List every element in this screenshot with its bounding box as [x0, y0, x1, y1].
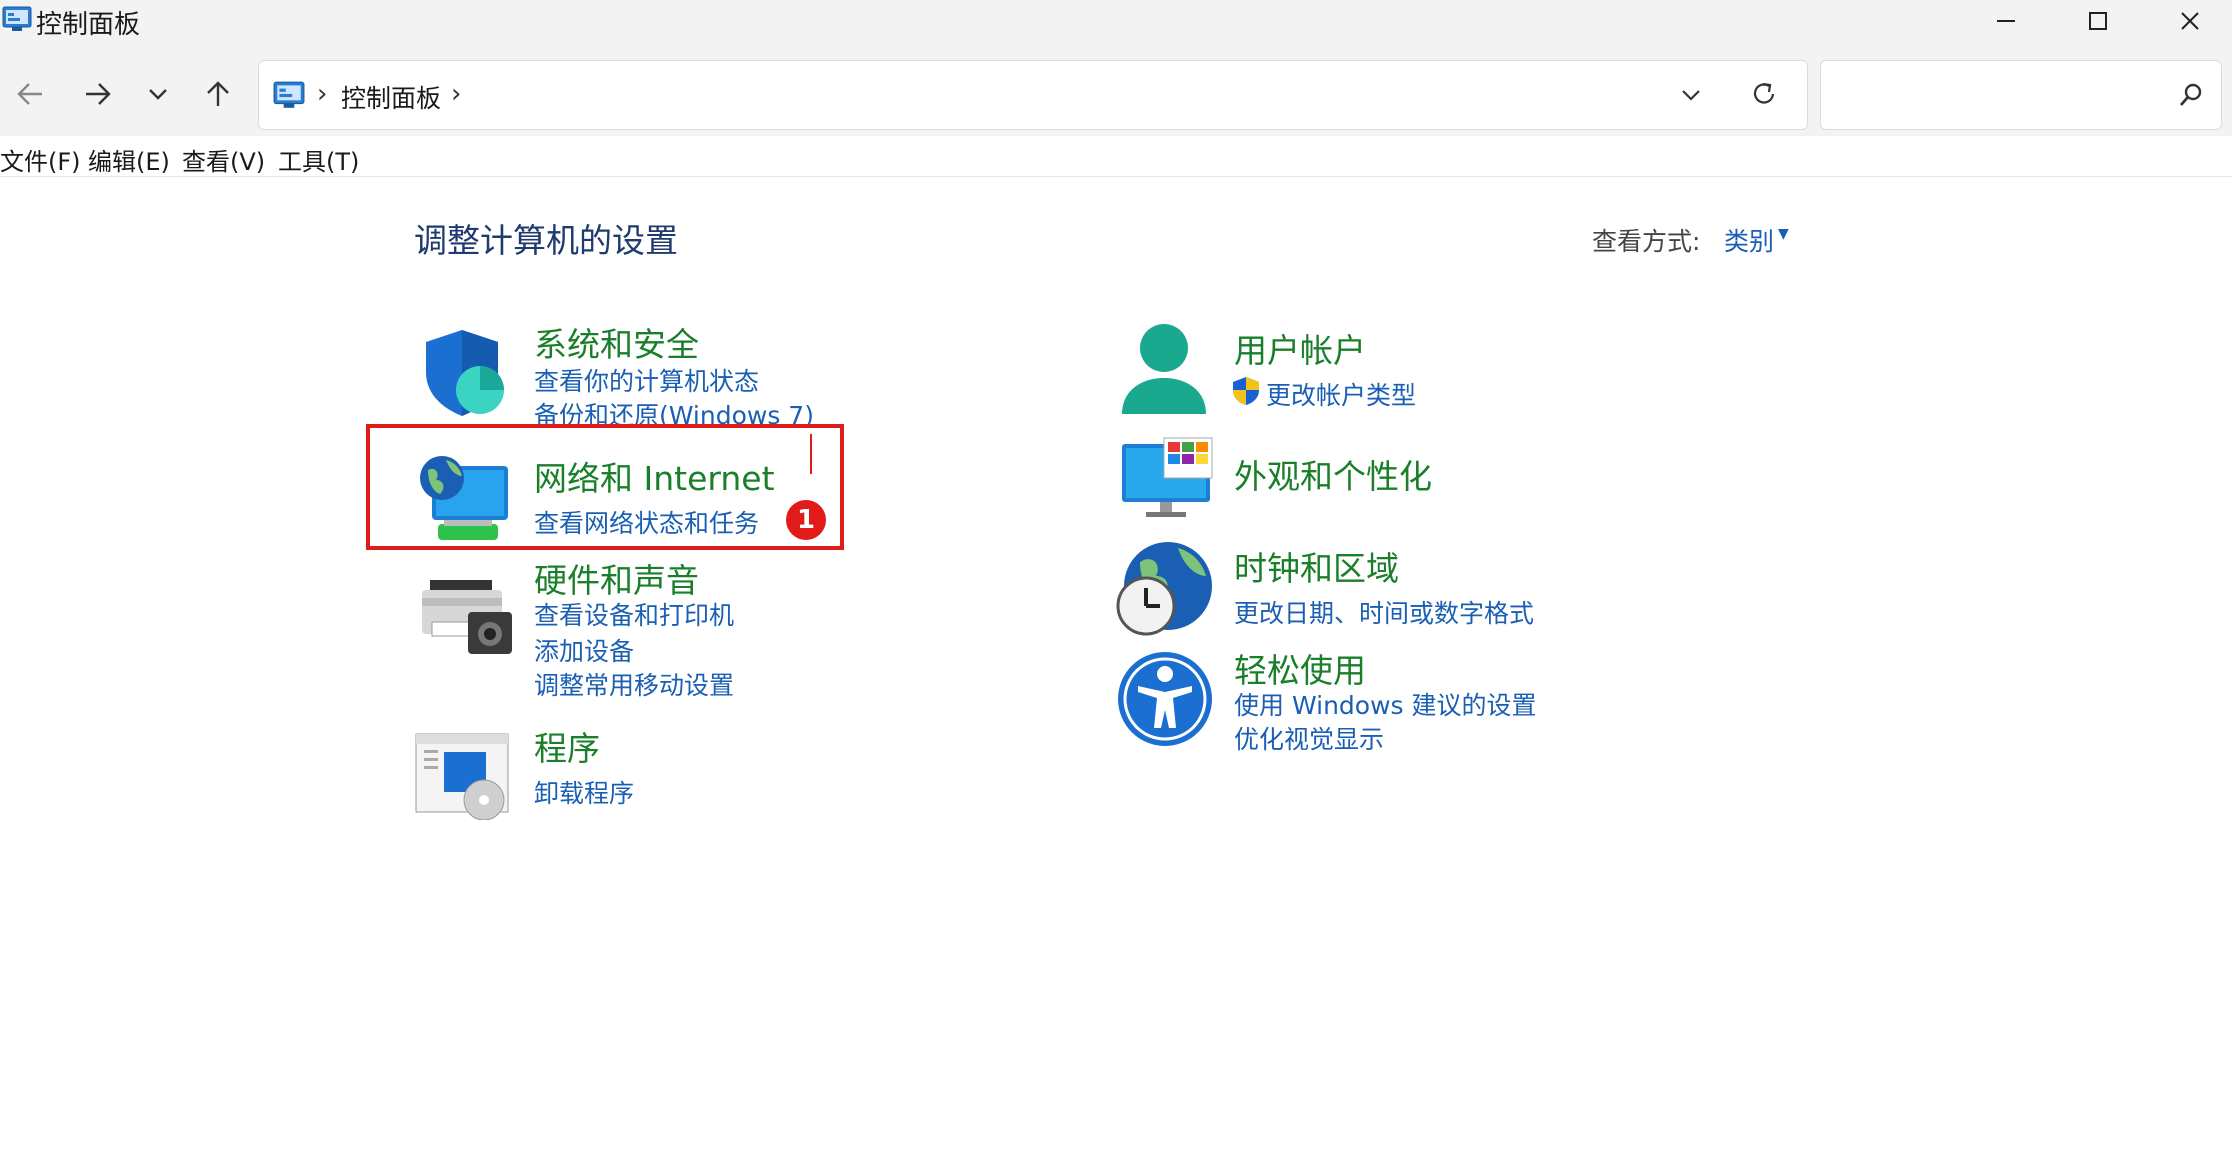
title-bar: 控制面板	[0, 0, 2232, 50]
arrow-right-icon	[86, 83, 111, 105]
chevron-down-icon	[1682, 90, 1700, 101]
recent-locations-button[interactable]	[138, 74, 178, 114]
arrow-left-icon	[17, 83, 42, 105]
category-programs[interactable]: 程序	[534, 722, 600, 770]
category-system-security[interactable]: 系统和安全	[534, 318, 699, 366]
menu-tools[interactable]: 工具(T)	[278, 142, 359, 177]
link-view-computer-status[interactable]: 查看你的计算机状态	[534, 362, 759, 398]
category-appearance-personalization[interactable]: 外观和个性化	[1234, 450, 1432, 498]
clock-globe-icon[interactable]	[1116, 540, 1214, 642]
breadcrumb-separator[interactable]: ›	[451, 79, 461, 109]
link-mobility-settings[interactable]: 调整常用移动设置	[534, 666, 734, 702]
minimize-button[interactable]	[1960, 0, 2052, 42]
link-add-device[interactable]: 添加设备	[534, 632, 634, 668]
category-user-accounts[interactable]: 用户帐户	[1234, 324, 1366, 372]
refresh-button[interactable]	[1749, 79, 1779, 113]
menu-edit[interactable]: 编辑(E)	[88, 142, 170, 177]
menu-bar: 文件(F) 编辑(E) 查看(V) 工具(T)	[0, 136, 2232, 177]
search-input[interactable]	[1820, 60, 2222, 130]
close-icon	[2181, 12, 2199, 30]
breadcrumb-separator: ›	[317, 79, 328, 109]
up-button[interactable]	[198, 74, 238, 114]
control-panel-icon	[273, 81, 305, 109]
navigation-bar: › 控制面板 ›	[0, 50, 2232, 136]
menu-file[interactable]: 文件(F)	[0, 142, 81, 177]
menu-view[interactable]: 查看(V)	[182, 142, 265, 177]
link-uninstall-program[interactable]: 卸载程序	[534, 774, 634, 810]
appearance-monitor-icon[interactable]	[1120, 436, 1216, 524]
page-title: 调整计算机的设置	[414, 221, 678, 260]
printer-icon[interactable]	[420, 578, 514, 662]
link-recommended-settings[interactable]: 使用 Windows 建议的设置	[1234, 686, 1537, 722]
uac-shield-icon	[1232, 376, 1260, 410]
link-view-devices-printers[interactable]: 查看设备和打印机	[534, 596, 734, 632]
shield-icon[interactable]	[418, 326, 510, 422]
programs-icon[interactable]	[414, 730, 514, 824]
chevron-down-icon	[149, 89, 167, 100]
link-optimize-visual-display[interactable]: 优化视觉显示	[1234, 720, 1384, 756]
maximize-icon	[2089, 12, 2107, 30]
maximize-button[interactable]	[2052, 0, 2144, 42]
search-icon[interactable]	[2177, 81, 2205, 113]
link-change-date-time-format[interactable]: 更改日期、时间或数字格式	[1234, 594, 1534, 630]
accessibility-icon[interactable]	[1116, 650, 1214, 752]
caret-down-icon[interactable]: ▼	[1778, 226, 1789, 242]
address-bar[interactable]: › 控制面板 ›	[258, 60, 1808, 130]
arrow-up-icon	[207, 81, 229, 106]
category-clock-region[interactable]: 时钟和区域	[1234, 542, 1399, 590]
text-caret	[810, 434, 812, 474]
step-badge: 1	[786, 500, 826, 540]
refresh-icon	[1753, 82, 1775, 104]
breadcrumb-control-panel[interactable]: 控制面板	[341, 79, 441, 115]
window-title: 控制面板	[36, 10, 141, 40]
back-button[interactable]	[10, 74, 50, 114]
link-change-account-type[interactable]: 更改帐户类型	[1266, 376, 1416, 412]
minimize-icon	[1997, 20, 2015, 22]
address-dropdown-button[interactable]	[1679, 83, 1703, 111]
category-ease-of-access[interactable]: 轻松使用	[1234, 644, 1366, 692]
view-by-label: 查看方式:	[1592, 227, 1701, 256]
category-hardware-sound[interactable]: 硬件和声音	[534, 554, 699, 602]
forward-button[interactable]	[78, 74, 118, 114]
user-account-icon[interactable]	[1118, 322, 1210, 426]
close-button[interactable]	[2144, 0, 2232, 42]
control-panel-icon	[2, 6, 32, 32]
highlight-box	[366, 424, 844, 550]
view-by-dropdown[interactable]: 类别	[1724, 222, 1774, 258]
